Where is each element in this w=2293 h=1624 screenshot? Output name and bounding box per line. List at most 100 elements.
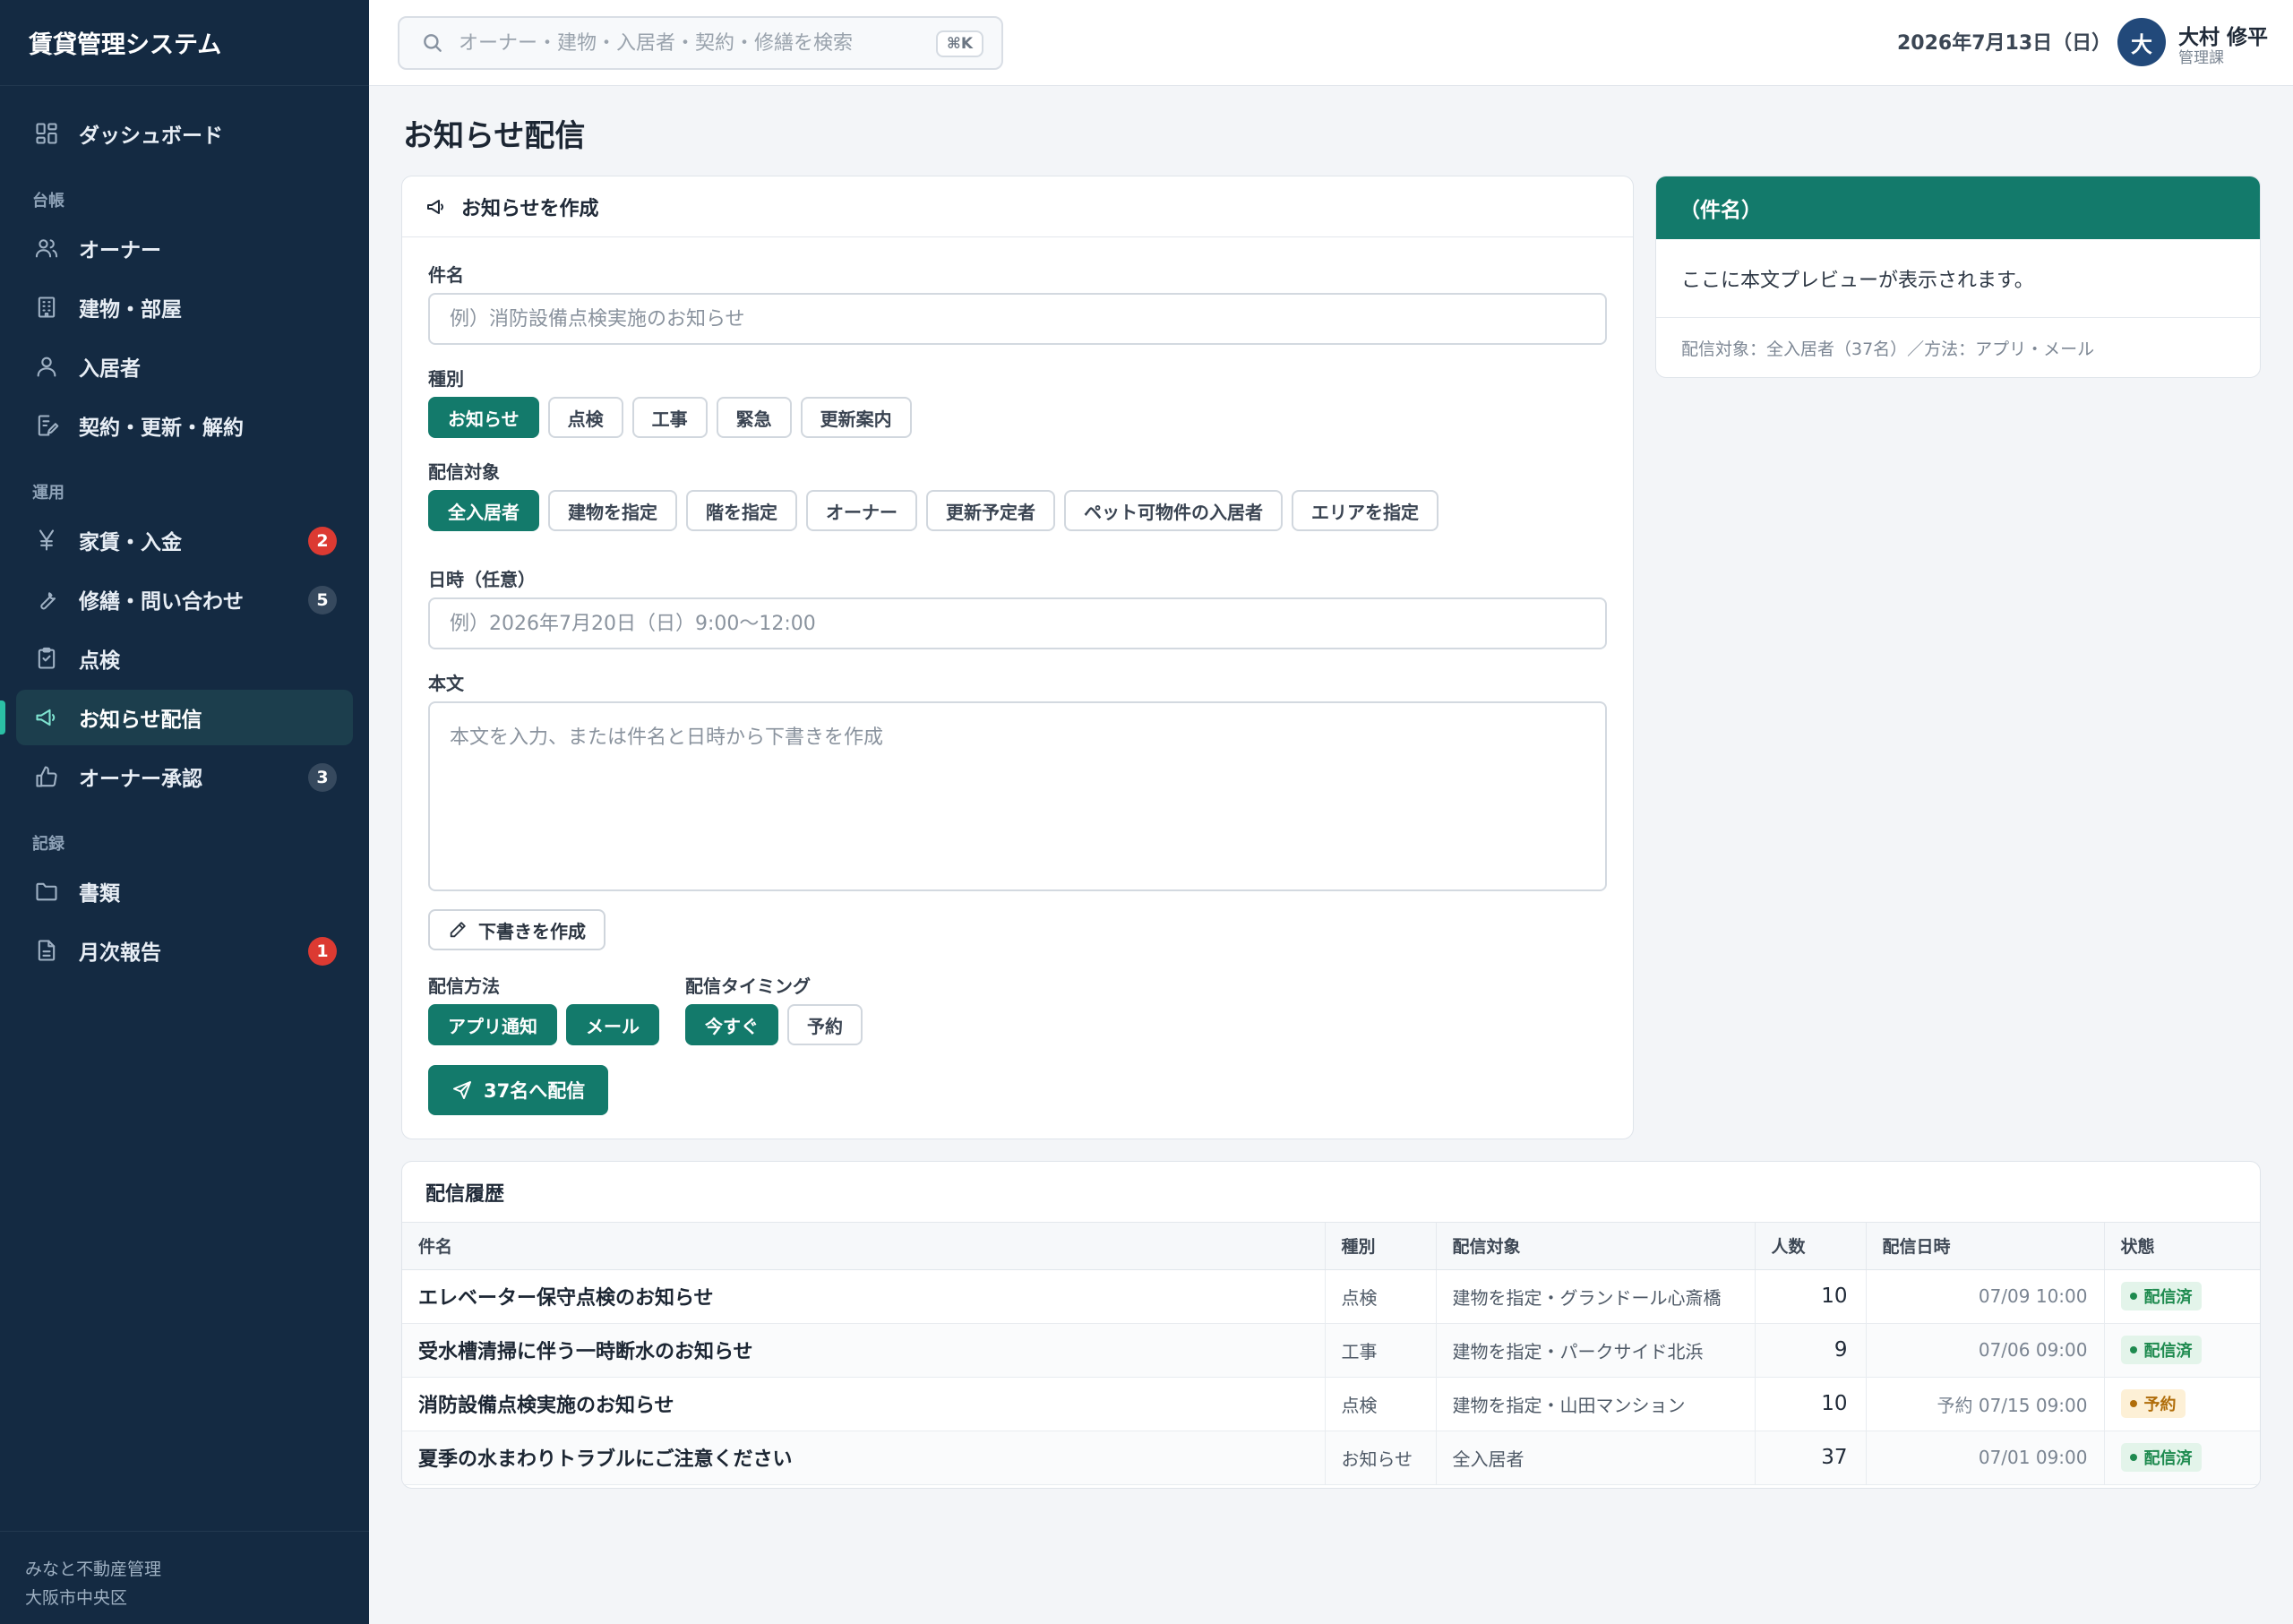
row-count: 9 xyxy=(1755,1323,1867,1378)
col-datetime[interactable]: 配信日時 xyxy=(1866,1223,2105,1270)
sidebar-item-monthly[interactable]: 月次報告 1 xyxy=(16,923,353,978)
status-badge: 予約 xyxy=(2120,1389,2186,1418)
row-target: 建物を指定・パークサイド北浜 xyxy=(1436,1323,1756,1378)
search-input[interactable] xyxy=(459,31,906,55)
avatar[interactable]: 大 xyxy=(2117,18,2166,66)
compose-title: お知らせを作成 xyxy=(461,197,599,220)
timing-label: 配信タイミング xyxy=(685,975,811,997)
sidebar-item-inspection[interactable]: 点検 xyxy=(16,631,353,686)
row-type: 点検 xyxy=(1325,1269,1437,1324)
col-target[interactable]: 配信対象 xyxy=(1436,1223,1756,1270)
target-chip-building[interactable]: 建物を指定 xyxy=(548,490,677,531)
yen-icon xyxy=(32,526,61,554)
sidebar-item-buildings[interactable]: 建物・部屋 xyxy=(16,279,353,335)
target-chip-floor[interactable]: 階を指定 xyxy=(686,490,797,531)
search-box[interactable]: ⌘K xyxy=(398,16,1003,70)
search-icon xyxy=(424,34,442,52)
dashboard-icon xyxy=(32,119,61,148)
repair-badge: 5 xyxy=(308,586,337,614)
sidebar-item-label: オーナー承認 xyxy=(79,768,202,791)
row-subject[interactable]: 夏季の水まわりトラブルにご注意ください xyxy=(402,1431,1326,1485)
row-count: 10 xyxy=(1755,1377,1867,1431)
draft-button[interactable]: 下書きを作成 xyxy=(428,909,605,950)
sidebar-footer: みなと不動産管理 大阪市中央区 xyxy=(0,1531,369,1624)
company-location: 大阪市中央区 xyxy=(25,1588,128,1608)
target-chip-area[interactable]: エリアを指定 xyxy=(1292,490,1438,531)
sidebar-item-contracts[interactable]: 契約・更新・解約 xyxy=(16,398,353,453)
table-row[interactable]: 受水槽清掃に伴う一時断水のお知らせ 工事 建物を指定・パークサイド北浜 9 07… xyxy=(402,1323,2260,1378)
sidebar-item-label: オーナー xyxy=(79,239,161,262)
wrench-icon xyxy=(32,585,61,614)
type-chip-renewal[interactable]: 更新案内 xyxy=(800,397,912,438)
status-badge: 配信済 xyxy=(2120,1443,2202,1472)
row-target: 全入居者 xyxy=(1436,1431,1756,1485)
sidebar-item-label: 点検 xyxy=(79,649,120,673)
sidebar-item-owner[interactable]: オーナー xyxy=(16,220,353,276)
row-type: 工事 xyxy=(1325,1323,1437,1378)
table-row[interactable]: 消防設備点検実施のお知らせ 点検 建物を指定・山田マンション 10 予約 07/… xyxy=(402,1377,2260,1431)
pencil-icon xyxy=(450,922,466,938)
sidebar-item-documents[interactable]: 書類 xyxy=(16,864,353,919)
table-row[interactable]: 夏季の水まわりトラブルにご注意ください お知らせ 全入居者 37 07/01 0… xyxy=(402,1431,2260,1485)
sidebar-item-tenants[interactable]: 入居者 xyxy=(16,339,353,394)
topbar: ⌘K 2026年7月13日（日） 大 大村 修平 管理課 xyxy=(369,0,2293,86)
sidebar-item-label: 書類 xyxy=(79,882,120,906)
subject-label: 件名 xyxy=(428,264,464,286)
sidebar-item-label: 修繕・問い合わせ xyxy=(79,590,244,614)
sidebar-item-approval[interactable]: オーナー承認 3 xyxy=(16,749,353,804)
nav-section-records: 記録 xyxy=(32,835,64,854)
col-count[interactable]: 人数 xyxy=(1755,1223,1867,1270)
table-row[interactable]: エレベーター保守点検のお知らせ 点検 建物を指定・グランドール心斎橋 10 07… xyxy=(402,1269,2260,1324)
sidebar-item-notice[interactable]: お知らせ配信 xyxy=(0,690,353,745)
send-button[interactable]: 37名へ配信 xyxy=(428,1065,609,1115)
row-count: 37 xyxy=(1755,1431,1867,1485)
preview-body: ここに本文プレビューが表示されます。 xyxy=(1656,239,2260,318)
sidebar-item-label: ダッシュボード xyxy=(79,125,223,148)
row-type: 点検 xyxy=(1325,1377,1437,1431)
col-subject[interactable]: 件名 xyxy=(402,1223,1326,1270)
approval-badge: 3 xyxy=(308,763,337,792)
row-status-cell: 予約 xyxy=(2104,1377,2260,1431)
compose-card: お知らせを作成 件名 種別 お知らせ 点検 工事 緊急 更新案内 配信対象 全入… xyxy=(401,176,1634,1139)
row-subject[interactable]: 消防設備点検実施のお知らせ xyxy=(402,1377,1326,1431)
type-label: 種別 xyxy=(428,368,464,390)
type-chip-construction[interactable]: 工事 xyxy=(631,397,708,438)
method-chip-email[interactable]: メール xyxy=(566,1004,659,1045)
target-chip-all-tenants[interactable]: 全入居者 xyxy=(428,490,539,531)
type-chip-inspection[interactable]: 点検 xyxy=(547,397,623,438)
megaphone-icon xyxy=(32,703,61,732)
row-status-cell: 配信済 xyxy=(2104,1431,2260,1485)
target-chip-owner[interactable]: オーナー xyxy=(806,490,917,531)
thumbs-up-icon xyxy=(32,762,61,791)
subject-input[interactable] xyxy=(428,293,1607,345)
col-type[interactable]: 種別 xyxy=(1325,1223,1437,1270)
sidebar-item-rent[interactable]: 家賃・入金 2 xyxy=(16,512,353,568)
page-title: お知らせ配信 xyxy=(403,118,586,154)
target-label: 配信対象 xyxy=(428,461,500,483)
row-subject[interactable]: 受水槽清掃に伴う一時断水のお知らせ xyxy=(402,1323,1326,1378)
col-status[interactable]: 状態 xyxy=(2104,1223,2260,1270)
datetime-label: 日時（任意） xyxy=(428,569,536,590)
nav-section-ledger: 台帳 xyxy=(32,192,64,211)
row-target: 建物を指定・山田マンション xyxy=(1436,1377,1756,1431)
target-chips: 全入居者 建物を指定 階を指定 オーナー 更新予定者 ペット可物件の入居者 エリ… xyxy=(428,490,1438,531)
timing-chip-now[interactable]: 今すぐ xyxy=(685,1004,778,1045)
datetime-input[interactable] xyxy=(428,597,1607,649)
target-chip-pet[interactable]: ペット可物件の入居者 xyxy=(1064,490,1283,531)
document-icon xyxy=(32,936,61,965)
search-shortcut: ⌘K xyxy=(936,30,983,57)
timing-chips: 今すぐ 予約 xyxy=(685,1004,863,1045)
row-target: 建物を指定・グランドール心斎橋 xyxy=(1436,1269,1756,1324)
compose-header: お知らせを作成 xyxy=(402,176,1633,237)
sidebar-item-dashboard[interactable]: ダッシュボード xyxy=(16,106,353,161)
type-chip-emergency[interactable]: 緊急 xyxy=(716,397,792,438)
status-badge: 配信済 xyxy=(2120,1282,2202,1310)
body-textarea[interactable] xyxy=(428,701,1607,891)
target-chip-renewal[interactable]: 更新予定者 xyxy=(926,490,1055,531)
preview-card: （件名） ここに本文プレビューが表示されます。 配信対象：全入居者（37名）／方… xyxy=(1655,176,2261,378)
type-chip-notice[interactable]: お知らせ xyxy=(428,397,539,438)
sidebar-item-repair[interactable]: 修繕・問い合わせ 5 xyxy=(16,571,353,627)
timing-chip-scheduled[interactable]: 予約 xyxy=(787,1004,863,1045)
method-chip-app[interactable]: アプリ通知 xyxy=(428,1004,557,1045)
row-subject[interactable]: エレベーター保守点検のお知らせ xyxy=(402,1269,1326,1324)
